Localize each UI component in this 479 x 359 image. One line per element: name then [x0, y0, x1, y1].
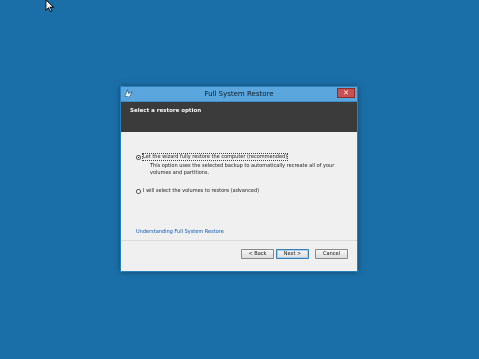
- page-title: Select a restore option: [130, 108, 202, 114]
- radio-select-volumes[interactable]: [136, 188, 141, 194]
- close-button[interactable]: ✕: [337, 88, 355, 98]
- page-header: Select a restore option: [121, 102, 357, 132]
- back-button[interactable]: < Back: [241, 249, 274, 259]
- close-icon: ✕: [343, 88, 349, 97]
- help-link[interactable]: Understanding Full System Restore: [136, 229, 224, 235]
- option-select-volumes[interactable]: I will select the volumes to restore (ad…: [136, 188, 259, 194]
- radio-full-restore[interactable]: [136, 154, 141, 160]
- cancel-button[interactable]: Cancel: [315, 249, 348, 259]
- mouse-pointer-icon: [45, 0, 55, 12]
- restore-app-icon: [124, 89, 133, 98]
- title-bar[interactable]: Full System Restore ✕: [121, 87, 357, 102]
- button-bar: < Back Next > Cancel: [121, 240, 357, 271]
- window-title: Full System Restore: [204, 90, 274, 98]
- next-button[interactable]: Next >: [276, 249, 309, 259]
- option-full-restore-description: This option uses the selected backup to …: [150, 163, 335, 176]
- option-full-restore[interactable]: Let the wizard fully restore the compute…: [136, 153, 289, 161]
- options-panel: Let the wizard fully restore the compute…: [121, 132, 357, 244]
- option-full-restore-label[interactable]: Let the wizard fully restore the compute…: [141, 153, 289, 161]
- option-select-volumes-label[interactable]: I will select the volumes to restore (ad…: [143, 188, 259, 194]
- full-system-restore-dialog: Full System Restore ✕ Select a restore o…: [120, 86, 358, 272]
